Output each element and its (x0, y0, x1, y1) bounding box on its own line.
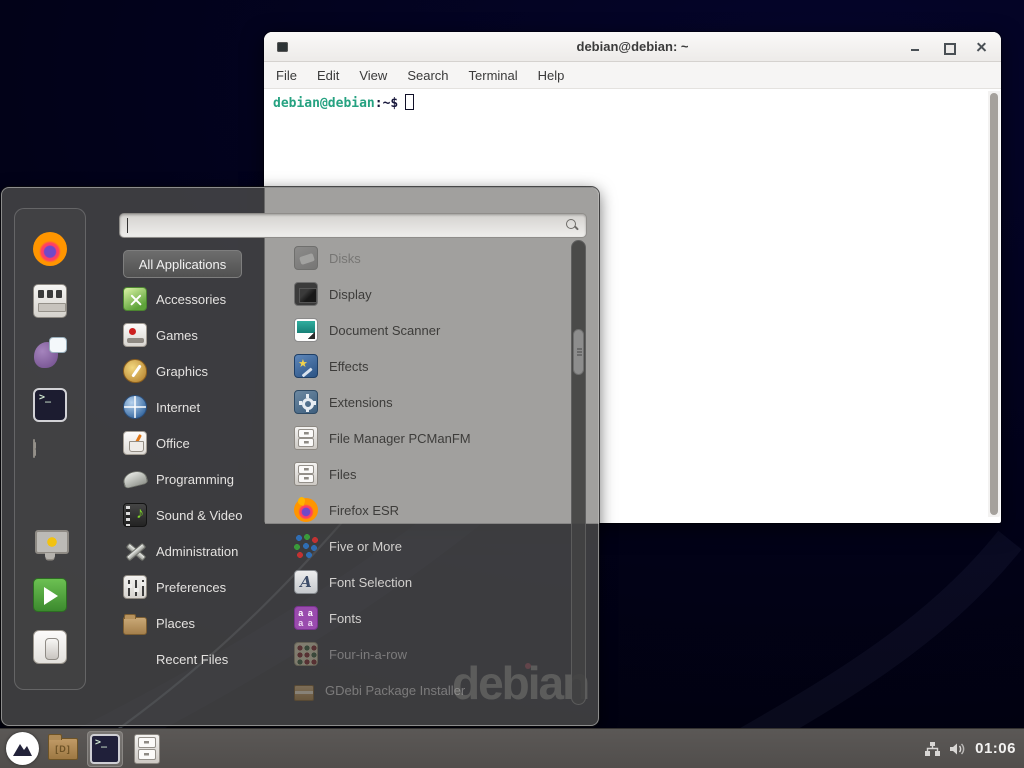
category-administration[interactable]: Administration (123, 536, 273, 566)
favorite-file-manager-icon[interactable] (33, 439, 35, 458)
prompt-suffix: :~$ (375, 96, 398, 111)
menu-file[interactable]: File (266, 65, 307, 86)
application-menu: All Applications Accessories Games Graph… (1, 187, 599, 726)
gdebi-icon (294, 685, 314, 701)
terminal-icon (90, 734, 120, 764)
app-item-gdebi-package-installer[interactable]: GDebi Package Installer (294, 676, 566, 704)
menu-view[interactable]: View (349, 65, 397, 86)
shut-down-icon[interactable] (33, 630, 67, 664)
taskbar-files-button[interactable] (129, 731, 165, 767)
category-graphics[interactable]: Graphics (123, 356, 273, 386)
disks-icon (294, 246, 318, 270)
volume-icon[interactable] (949, 741, 967, 757)
favorite-pidgin-icon[interactable] (33, 336, 67, 370)
app-item-four-in-a-row[interactable]: Four-in-a-row (294, 640, 566, 668)
taskbar-file-manager-folder[interactable] (45, 731, 81, 767)
search-icon (566, 219, 579, 232)
window-icon (277, 42, 288, 52)
folder-icon (48, 738, 78, 760)
fonts-icon (294, 606, 318, 630)
app-item-five-or-more[interactable]: Five or More (294, 532, 566, 560)
maximize-icon[interactable] (942, 41, 954, 53)
taskbar: 01:06 (0, 728, 1024, 768)
favorite-mixer-settings-icon[interactable] (33, 284, 67, 318)
category-internet[interactable]: Internet (123, 392, 273, 422)
category-all-applications[interactable]: All Applications (123, 250, 242, 278)
terminal-scrollbar-thumb[interactable] (990, 93, 998, 515)
menu-button[interactable] (6, 732, 39, 765)
effects-icon (294, 354, 318, 378)
favorites-panel (14, 208, 86, 690)
app-item-files[interactable]: Files (294, 460, 566, 488)
five-or-more-icon (294, 534, 318, 558)
taskbar-terminal-button[interactable] (87, 731, 123, 767)
menu-help[interactable]: Help (528, 65, 575, 86)
app-item-firefox-esr[interactable]: Firefox ESR (294, 496, 566, 524)
category-accessories[interactable]: Accessories (123, 284, 273, 314)
system-tray: 01:06 (924, 740, 1024, 757)
menu-button-logo-icon (6, 732, 39, 765)
programming-icon (122, 469, 149, 489)
app-item-file-manager-pcmanfm[interactable]: File Manager PCManFM (294, 424, 566, 452)
clock[interactable]: 01:06 (975, 740, 1016, 757)
shell-prompt: debian@debian:~$ (273, 94, 414, 111)
administration-icon (123, 539, 147, 563)
internet-icon (123, 395, 147, 419)
favorite-firefox-icon[interactable] (33, 232, 67, 266)
font-selection-icon (294, 570, 318, 594)
app-item-document-scanner[interactable]: Document Scanner (294, 316, 566, 344)
terminal-titlebar[interactable]: debian@debian: ~ (264, 32, 1001, 62)
games-icon (123, 323, 147, 347)
category-places[interactable]: Places (123, 608, 273, 638)
app-list-scrollbar[interactable] (571, 240, 586, 705)
accessories-icon (123, 287, 147, 311)
category-recent-files[interactable]: Recent Files (123, 644, 273, 674)
firefox-icon (294, 498, 318, 522)
app-item-display[interactable]: Display (294, 280, 566, 308)
app-item-fonts[interactable]: Fonts (294, 604, 566, 632)
network-icon[interactable] (924, 741, 941, 757)
app-item-font-selection[interactable]: Font Selection (294, 568, 566, 596)
category-games[interactable]: Games (123, 320, 273, 350)
preferences-icon (123, 575, 147, 599)
prompt-user-host: debian@debian (273, 96, 375, 111)
app-list-scrollbar-thumb[interactable] (573, 329, 584, 375)
search-input[interactable] (119, 213, 587, 238)
category-office[interactable]: Office (123, 428, 273, 458)
minimize-icon[interactable] (909, 41, 921, 53)
four-in-a-row-icon (294, 642, 318, 666)
menu-terminal[interactable]: Terminal (459, 65, 528, 86)
lock-screen-icon[interactable] (33, 526, 67, 560)
sound-video-icon (123, 503, 147, 527)
app-item-disks[interactable]: Disks (294, 244, 566, 272)
app-item-extensions[interactable]: Extensions (294, 388, 566, 416)
menu-search[interactable]: Search (397, 65, 458, 86)
app-item-effects[interactable]: Effects (294, 352, 566, 380)
category-sound-video[interactable]: Sound & Video (123, 500, 273, 530)
extensions-icon (294, 390, 318, 414)
terminal-menubar: File Edit View Search Terminal Help (264, 62, 1001, 89)
places-icon (123, 617, 147, 635)
terminal-cursor (405, 94, 414, 110)
search-caret (127, 218, 128, 233)
window-title: debian@debian: ~ (264, 39, 1001, 54)
category-preferences[interactable]: Preferences (123, 572, 273, 602)
terminal-scrollbar[interactable] (988, 91, 1000, 517)
desktop[interactable]: debian debian@debian: ~ File Edit View S… (0, 0, 1024, 768)
office-icon (123, 431, 147, 455)
favorite-terminal-icon[interactable] (33, 388, 67, 422)
category-programming[interactable]: Programming (123, 464, 273, 494)
file-cabinet-icon (134, 734, 160, 764)
close-icon[interactable] (975, 41, 987, 53)
display-icon (294, 282, 318, 306)
menu-edit[interactable]: Edit (307, 65, 349, 86)
file-cabinet-icon (294, 462, 318, 486)
log-out-icon[interactable] (33, 578, 67, 612)
file-cabinet-icon (294, 426, 318, 450)
graphics-icon (123, 359, 147, 383)
document-scanner-icon (294, 318, 318, 342)
